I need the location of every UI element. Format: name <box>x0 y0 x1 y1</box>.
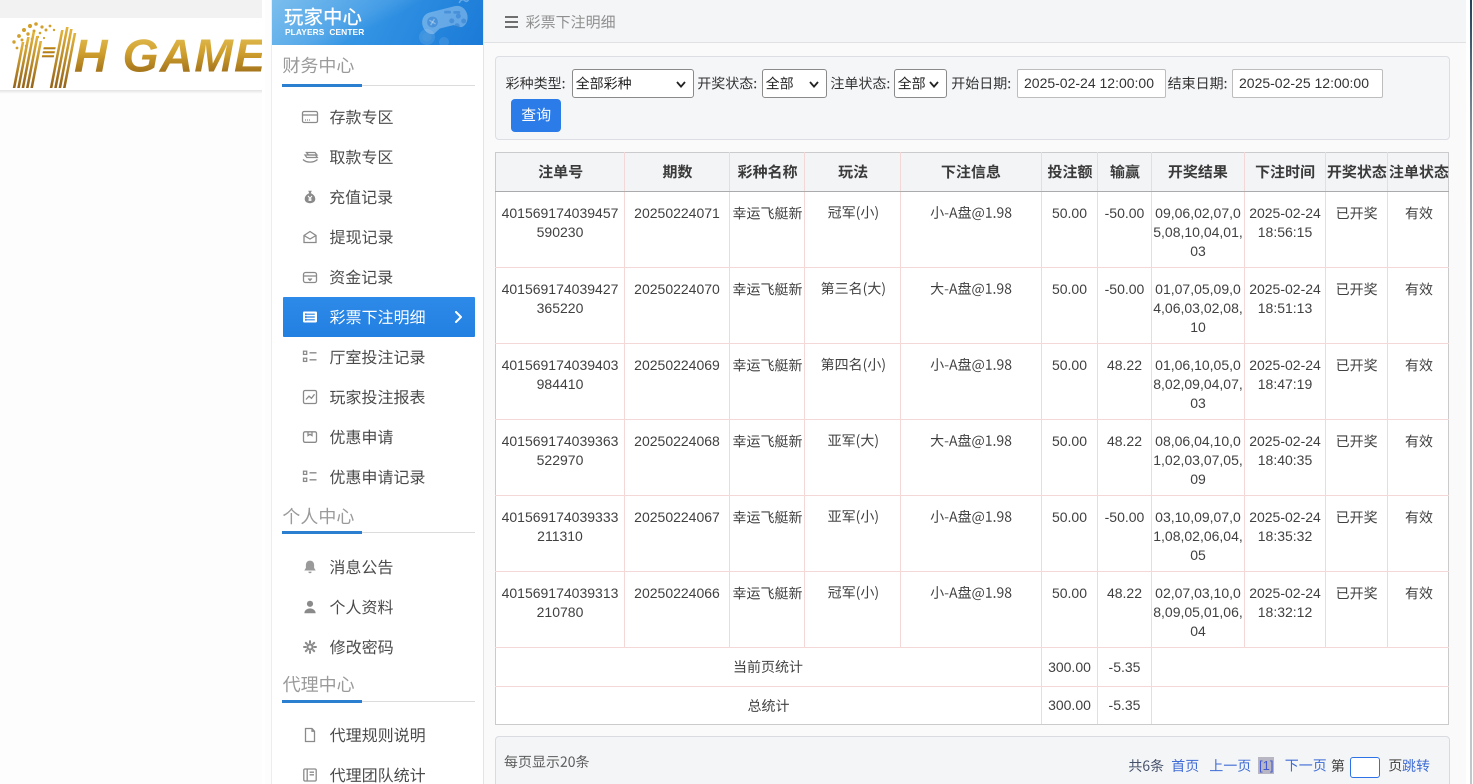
svg-text:H GAME: H GAME <box>74 30 262 82</box>
